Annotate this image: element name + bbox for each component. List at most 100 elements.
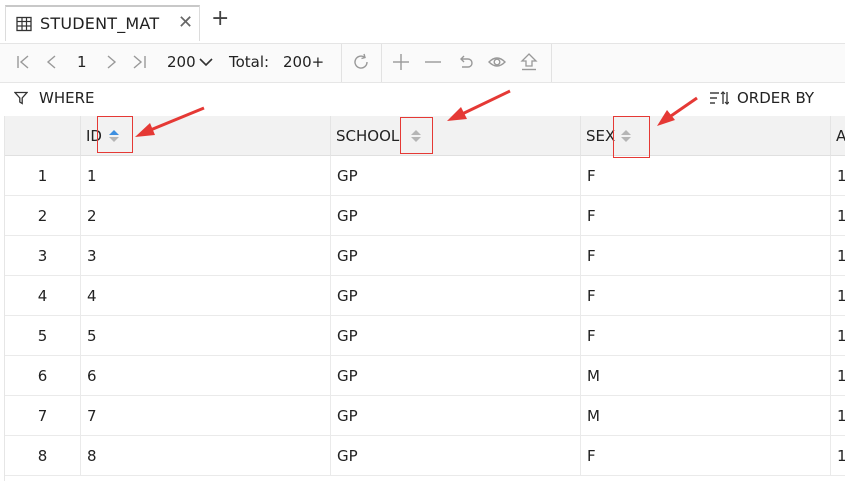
close-icon[interactable]: ✕ (178, 12, 193, 33)
table-cell[interactable]: 1 (831, 196, 845, 236)
cell-text: F (587, 287, 596, 305)
column-header-label: A (836, 127, 845, 145)
row-number-text: 8 (37, 447, 48, 465)
toolbar-divider (381, 44, 382, 82)
chevron-down-icon[interactable] (198, 54, 214, 70)
upload-icon[interactable] (519, 52, 539, 72)
last-page-icon[interactable] (129, 52, 149, 72)
table-cell[interactable]: GP (331, 196, 581, 236)
cell-text: GP (337, 247, 358, 265)
where-filter[interactable]: WHERE (14, 89, 95, 107)
table-cell[interactable]: 3 (81, 236, 331, 276)
table-cell[interactable]: F (581, 236, 831, 276)
cell-text: 1 (837, 407, 845, 425)
table-cell[interactable]: 4 (81, 276, 331, 316)
undo-icon[interactable] (455, 52, 475, 72)
page-number[interactable]: 1 (77, 53, 87, 71)
add-row-icon[interactable] (391, 52, 411, 72)
row-number[interactable]: 8 (5, 436, 81, 476)
table-cell[interactable]: GP (331, 396, 581, 436)
table-cell[interactable]: GP (331, 236, 581, 276)
table-cell[interactable]: GP (331, 356, 581, 396)
table-cell[interactable]: 1 (831, 436, 845, 476)
table-cell[interactable]: M (581, 396, 831, 436)
cell-text: 5 (87, 327, 97, 345)
column-header-school[interactable]: SCHOOL (331, 116, 581, 156)
filter-icon (14, 91, 28, 105)
toolbar: 1 200 Total: 200+ (0, 44, 845, 83)
column-header-label: SEX (586, 127, 616, 145)
table-cell[interactable]: GP (331, 156, 581, 196)
row-number-header (5, 116, 81, 156)
cell-text: 1 (837, 327, 845, 345)
row-number[interactable]: 4 (5, 276, 81, 316)
cell-text: 1 (837, 167, 845, 185)
column-header-next[interactable]: A (831, 116, 845, 156)
table-cell[interactable]: F (581, 436, 831, 476)
cell-text: GP (337, 407, 358, 425)
table-cell[interactable]: 8 (81, 436, 331, 476)
table-cell[interactable]: F (581, 316, 831, 356)
cell-text: 3 (87, 247, 97, 265)
cell-text: GP (337, 207, 358, 225)
filter-bar: WHERE ORDER BY (0, 83, 845, 116)
table-cell[interactable]: 7 (81, 396, 331, 436)
cell-text: 1 (837, 207, 845, 225)
table-cell[interactable]: GP (331, 436, 581, 476)
table-cell[interactable]: 1 (81, 156, 331, 196)
refresh-icon[interactable] (351, 52, 371, 72)
table-cell[interactable]: 1 (831, 236, 845, 276)
eye-icon[interactable] (487, 52, 507, 72)
table-cell[interactable]: 1 (831, 356, 845, 396)
table-cell[interactable]: F (581, 156, 831, 196)
page-size-select[interactable]: 200 (167, 53, 196, 71)
tab-student-mat[interactable]: STUDENT_MAT ✕ (5, 5, 200, 41)
cell-text: 6 (87, 367, 97, 385)
annotation-box (97, 116, 133, 153)
row-number[interactable]: 2 (5, 196, 81, 236)
cell-text: GP (337, 367, 358, 385)
cell-text: F (587, 207, 596, 225)
table-cell[interactable]: F (581, 196, 831, 236)
cell-text: F (587, 247, 596, 265)
table-cell[interactable]: M (581, 356, 831, 396)
row-number-text: 7 (37, 407, 48, 425)
table-cell[interactable]: 5 (81, 316, 331, 356)
annotation-box (613, 116, 650, 158)
prev-page-icon[interactable] (42, 52, 62, 72)
where-label: WHERE (39, 89, 95, 107)
cell-text: 1 (87, 167, 97, 185)
table-cell[interactable]: 2 (81, 196, 331, 236)
table-cell[interactable]: GP (331, 276, 581, 316)
sort-order-icon (710, 91, 729, 105)
next-page-icon[interactable] (101, 52, 121, 72)
data-grid: ID SCHOOL SEX A 1 1 GP F 1 2 2 GP F 1 3 … (4, 116, 845, 481)
table-cell[interactable]: 1 (831, 276, 845, 316)
table-cell[interactable]: F (581, 276, 831, 316)
cell-text: GP (337, 327, 358, 345)
table-cell[interactable]: 1 (831, 156, 845, 196)
row-number-text: 3 (37, 247, 48, 265)
row-number-text: 2 (37, 207, 48, 225)
cell-text: M (587, 367, 600, 385)
table-cell[interactable]: 1 (831, 396, 845, 436)
toolbar-divider (551, 44, 552, 82)
table-cell[interactable]: 1 (831, 316, 845, 356)
cell-text: 1 (837, 247, 845, 265)
table-cell[interactable]: 6 (81, 356, 331, 396)
row-number[interactable]: 1 (5, 156, 81, 196)
row-number-text: 4 (37, 287, 48, 305)
order-by-control[interactable]: ORDER BY (709, 89, 814, 107)
table-cell[interactable]: GP (331, 316, 581, 356)
cell-text: 8 (87, 447, 97, 465)
first-page-icon[interactable] (14, 52, 34, 72)
row-number[interactable]: 6 (5, 356, 81, 396)
cell-text: 1 (837, 287, 845, 305)
add-tab-button[interactable]: + (211, 6, 229, 31)
row-number[interactable]: 7 (5, 396, 81, 436)
row-number[interactable]: 3 (5, 236, 81, 276)
delete-row-icon[interactable] (423, 52, 443, 72)
toolbar-divider (341, 44, 342, 82)
tab-title: STUDENT_MAT (40, 14, 160, 33)
row-number[interactable]: 5 (5, 316, 81, 356)
